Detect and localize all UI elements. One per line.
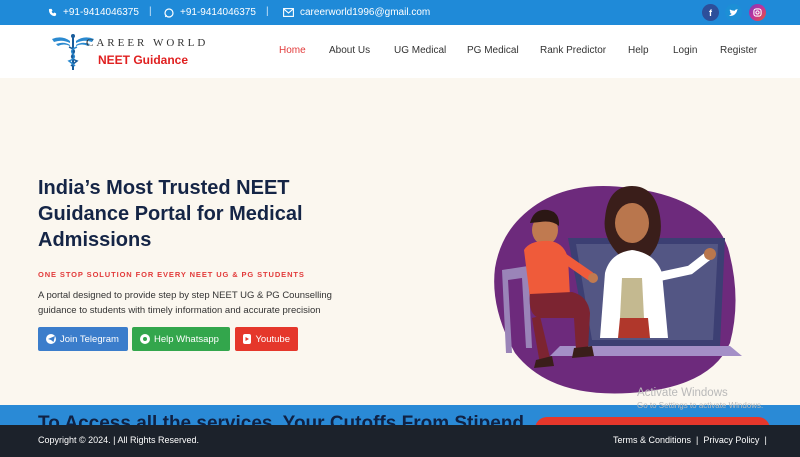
- nav-pg-medical[interactable]: PG Medical: [467, 45, 519, 56]
- help-whatsapp-label: Help Whatsapp: [154, 333, 219, 345]
- logo-subtitle: NEET Guidance: [98, 53, 189, 67]
- telegram-icon: [46, 334, 56, 344]
- twitter-icon[interactable]: [725, 4, 742, 21]
- phone-icon: [48, 8, 57, 17]
- nav-ug-medical[interactable]: UG Medical: [394, 45, 446, 56]
- whatsapp-number: +91-9414046375: [180, 7, 256, 18]
- whatsapp-icon: [140, 334, 150, 344]
- privacy-link[interactable]: Privacy Policy: [703, 435, 759, 445]
- watermark-subtitle: Go to Settings to activate Windows.: [637, 401, 764, 410]
- hero-description: A portal designed to provide step by ste…: [38, 290, 332, 316]
- youtube-button[interactable]: Youtube: [235, 327, 298, 351]
- footer-links: Terms & Conditions | Privacy Policy |: [613, 435, 767, 445]
- whatsapp-contact[interactable]: +91-9414046375: [164, 7, 256, 18]
- nav-login[interactable]: Login: [673, 45, 697, 56]
- email-contact[interactable]: careerworld1996@gmail.com: [283, 7, 430, 18]
- phone-number: +91-9414046375: [63, 7, 139, 18]
- terms-link[interactable]: Terms & Conditions: [613, 435, 691, 445]
- mail-icon: [283, 8, 294, 17]
- nav-rank-predictor[interactable]: Rank Predictor: [540, 45, 606, 56]
- nav-about-us[interactable]: About Us: [329, 45, 370, 56]
- separator: |: [149, 6, 152, 17]
- hero-headline: India’s Most Trusted NEET Guidance Porta…: [38, 177, 303, 251]
- logo-title: CAREER WORLD: [86, 37, 209, 49]
- cta-banner-text: To Access all the services, Your Cutoffs…: [38, 413, 525, 425]
- site-header: CAREER WORLD NEET Guidance Home About Us…: [0, 25, 800, 78]
- watermark-title: Activate Windows: [637, 387, 728, 399]
- hero-section: India’s Most Trusted NEET Guidance Porta…: [0, 78, 800, 405]
- separator: |: [266, 6, 269, 17]
- site-logo[interactable]: CAREER WORLD NEET Guidance: [50, 33, 210, 71]
- help-whatsapp-button[interactable]: Help Whatsapp: [132, 327, 230, 351]
- join-telegram-label: Join Telegram: [60, 333, 119, 345]
- footer-separator: |: [764, 435, 767, 445]
- top-contact-bar: +91-9414046375 | +91-9414046375 | career…: [0, 0, 800, 25]
- copyright-text: Copyright © 2024. | All Rights Reserved.: [38, 435, 200, 445]
- cta-banner-button[interactable]: [535, 417, 770, 425]
- windows-activation-watermark: Activate Windows Go to Settings to activ…: [637, 387, 763, 410]
- site-footer: Copyright © 2024. | All Rights Reserved.…: [0, 425, 800, 457]
- doctor-consultation-illustration: [494, 186, 742, 394]
- phone-contact[interactable]: +91-9414046375: [48, 7, 139, 18]
- facebook-icon[interactable]: f: [702, 4, 719, 21]
- youtube-icon: [243, 334, 252, 344]
- footer-separator: |: [696, 435, 699, 445]
- nav-help[interactable]: Help: [628, 45, 649, 56]
- email-address: careerworld1996@gmail.com: [300, 7, 431, 18]
- whatsapp-icon: [164, 7, 174, 18]
- instagram-icon[interactable]: [749, 4, 766, 21]
- hero-tagline: ONE STOP SOLUTION FOR EVERY NEET UG & PG…: [38, 270, 305, 279]
- join-telegram-button[interactable]: Join Telegram: [38, 327, 128, 351]
- nav-register[interactable]: Register: [720, 45, 757, 56]
- youtube-label: Youtube: [255, 333, 290, 345]
- nav-home[interactable]: Home: [279, 45, 306, 56]
